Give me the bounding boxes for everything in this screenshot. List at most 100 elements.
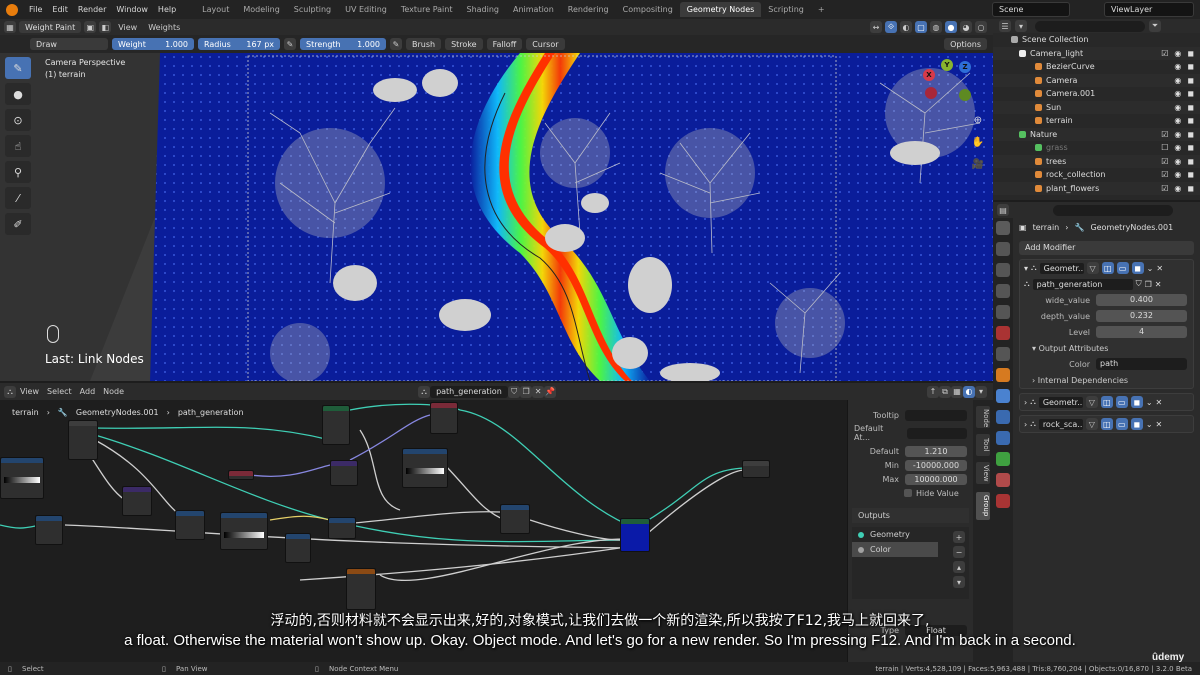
tab-layout[interactable]: Layout <box>195 2 236 17</box>
radius-slider[interactable]: Radius 167 px <box>198 38 280 50</box>
camera-render-icon[interactable]: ◼ <box>1187 62 1194 71</box>
camera-render-icon[interactable]: ◼ <box>1187 157 1194 166</box>
modifier-name-field[interactable]: Geometr... <box>1039 262 1084 274</box>
scene-tab-icon[interactable] <box>996 305 1010 319</box>
camera-view-icon[interactable]: 🎥 <box>971 159 985 173</box>
stroke-menu[interactable]: Stroke <box>445 38 483 50</box>
eye-icon[interactable]: ◉ <box>1174 143 1181 152</box>
collapse-chevron-icon[interactable]: › <box>1024 398 1027 407</box>
camera-render-icon[interactable]: ◼ <box>1187 170 1194 179</box>
physics-tab-icon[interactable] <box>996 431 1010 445</box>
pin-icon[interactable]: 📌 <box>544 385 557 398</box>
eye-icon[interactable]: ◉ <box>1174 170 1181 179</box>
collection-tab-icon[interactable] <box>996 347 1010 361</box>
menu-window[interactable]: Window <box>111 5 153 14</box>
tab-compositing[interactable]: Compositing <box>616 2 680 17</box>
output-attributes-subpanel[interactable]: ▾ Output Attributes <box>1020 340 1193 356</box>
overlays-node-icon[interactable]: ◐ <box>963 385 975 398</box>
sample-weight-icon[interactable]: ⚲ <box>5 161 31 183</box>
camera-render-icon[interactable]: ◼ <box>1187 116 1194 125</box>
edit-mode-icon[interactable]: ▽ <box>1086 262 1099 274</box>
tab-node[interactable]: Node <box>976 406 990 428</box>
outliner-row[interactable]: Sun ◉ ◼ <box>993 100 1200 114</box>
capture-attribute-node[interactable] <box>346 568 376 610</box>
cage-icon[interactable]: ◫ <box>1100 418 1113 430</box>
ne-overlay-dropdown-icon[interactable]: ▾ <box>975 385 987 398</box>
ne-node-menu[interactable]: Node <box>99 387 128 396</box>
modifier-name-field[interactable]: rock_sca... <box>1038 418 1083 430</box>
default-attr-field[interactable] <box>906 427 967 439</box>
add-output-icon[interactable]: + <box>953 531 965 543</box>
eye-icon[interactable]: ◉ <box>1174 76 1181 85</box>
sample-curve-node[interactable] <box>322 405 350 445</box>
solid-shading-icon[interactable]: ● <box>945 21 957 33</box>
camera-render-icon[interactable]: ◼ <box>1187 49 1194 58</box>
math-node-3[interactable] <box>285 533 311 563</box>
eye-icon[interactable]: ◉ <box>1174 49 1181 58</box>
ne-select-menu[interactable]: Select <box>43 387 76 396</box>
world-tab-icon[interactable] <box>996 326 1010 340</box>
view-layer-selector[interactable]: ViewLayer <box>1104 2 1194 17</box>
menu-file[interactable]: File <box>24 5 47 14</box>
strength-pressure-icon[interactable]: ✎ <box>390 38 402 50</box>
camera-render-icon[interactable]: ◼ <box>1187 143 1194 152</box>
axis-z-icon[interactable]: Z <box>959 61 971 73</box>
cursor-menu[interactable]: Cursor <box>526 38 565 50</box>
node-group-selector[interactable]: path_generation <box>430 385 509 398</box>
3d-viewport[interactable]: ✎ ● ⊙ ☝ ⚲ ⁄ ✐ Camera Perspective (1) ter… <box>0 53 993 381</box>
viewport-display-icon[interactable]: ▭ <box>1115 396 1128 408</box>
group-input-node[interactable] <box>68 420 98 460</box>
color-attr-field[interactable]: path <box>1096 358 1187 370</box>
tab-texture-paint[interactable]: Texture Paint <box>394 2 460 17</box>
overlays-icon[interactable]: ◐ <box>900 21 912 33</box>
outliner-row[interactable]: plant_flowers ☑ ◉ ◼ <box>993 181 1200 195</box>
snap-target-icon[interactable]: ▦ <box>951 385 963 398</box>
fake-user-shield-icon[interactable]: ⛉ <box>508 385 521 398</box>
tab-scripting[interactable]: Scripting <box>761 2 811 17</box>
eye-icon[interactable]: ◉ <box>1174 184 1181 193</box>
hide-value-checkbox[interactable] <box>904 489 912 497</box>
checkbox-icon[interactable]: ☑ <box>1161 130 1168 139</box>
viewport-display-icon[interactable]: ▭ <box>1116 262 1129 274</box>
render-display-icon[interactable]: ◼ <box>1130 396 1143 408</box>
edit-mode-icon[interactable]: ▽ <box>1085 396 1098 408</box>
xray-toggle-icon[interactable]: ▢ <box>915 21 927 33</box>
add-workspace-button[interactable]: + <box>811 2 832 17</box>
display-mode-icon[interactable]: ▾ <box>1015 20 1027 32</box>
tab-rendering[interactable]: Rendering <box>561 2 616 17</box>
view-layer-tab-icon[interactable] <box>996 284 1010 298</box>
color-ramp-node[interactable] <box>0 457 44 499</box>
axis-neg-x-icon[interactable] <box>925 87 937 99</box>
camera-render-icon[interactable]: ◼ <box>1187 103 1194 112</box>
outliner-search-input[interactable] <box>1035 20 1145 32</box>
eye-icon[interactable]: ◉ <box>1174 157 1181 166</box>
math-node-4[interactable] <box>328 517 356 539</box>
object-tab-icon[interactable] <box>996 368 1010 382</box>
move-up-icon[interactable]: ▴ <box>953 561 965 573</box>
ne-view-menu[interactable]: View <box>16 387 43 396</box>
weights-menu[interactable]: Weights <box>144 23 184 32</box>
xray-icon[interactable]: ▣ <box>84 21 97 33</box>
outliner-row[interactable]: terrain ◉ ◼ <box>993 114 1200 128</box>
outliner-type-icon[interactable]: ☰ <box>999 20 1011 32</box>
wireframe-shading-icon[interactable]: ◍ <box>930 21 942 33</box>
checkbox-icon[interactable]: ☑ <box>1161 170 1168 179</box>
brush-selector[interactable]: Draw <box>30 38 108 50</box>
texture-tab-icon[interactable] <box>996 494 1010 508</box>
math-node-5[interactable] <box>500 504 530 534</box>
tab-uv-editing[interactable]: UV Editing <box>338 2 394 17</box>
node-group-field[interactable]: path_generation <box>1032 278 1133 290</box>
scene-selector[interactable]: Scene <box>992 2 1070 17</box>
blender-logo-icon[interactable] <box>6 3 18 16</box>
collapse-chevron-icon[interactable]: ▾ <box>1024 264 1028 273</box>
tooltip-field[interactable] <box>905 409 967 421</box>
parent-node-tree-icon[interactable]: ↑ <box>927 385 939 398</box>
eye-icon[interactable]: ◉ <box>1174 89 1181 98</box>
properties-type-icon[interactable]: ▤ <box>997 204 1009 216</box>
menu-help[interactable]: Help <box>153 5 181 14</box>
modifier-name-field[interactable]: Geometr... <box>1038 396 1083 408</box>
tab-sculpting[interactable]: Sculpting <box>287 2 338 17</box>
render-tab-icon[interactable] <box>996 242 1010 256</box>
depth-value-field[interactable]: 0.232 <box>1096 310 1187 322</box>
data-tab-icon[interactable] <box>996 452 1010 466</box>
